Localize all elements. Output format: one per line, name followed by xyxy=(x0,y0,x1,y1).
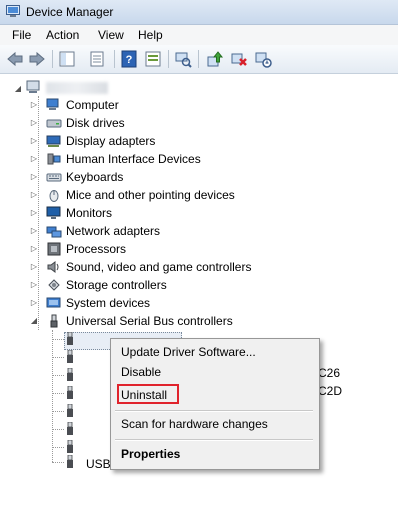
tree-item-label: Monitors xyxy=(66,206,113,220)
tree-guide-line xyxy=(52,357,64,358)
expand-arrow-icon[interactable]: ▷ xyxy=(30,168,38,186)
collapse-arrow-icon[interactable]: ◢ xyxy=(30,312,38,330)
uninstall-device-icon[interactable] xyxy=(230,50,248,68)
tree-item-label: Universal Serial Bus controllers xyxy=(66,314,233,328)
mouse-icon xyxy=(49,190,59,202)
tree-guide-line xyxy=(38,96,39,330)
toolbar-separator xyxy=(114,50,115,68)
svg-text:?: ? xyxy=(126,54,133,66)
console-view-icon[interactable] xyxy=(144,50,162,68)
expand-arrow-icon[interactable]: ▷ xyxy=(30,240,38,258)
menu-separator xyxy=(115,410,313,412)
usb-device-icon xyxy=(67,386,73,399)
menu-uninstall[interactable]: Uninstall xyxy=(117,384,179,404)
forward-arrow-icon[interactable] xyxy=(28,50,46,68)
usb-device-icon xyxy=(67,332,73,345)
tree-item-label: Sound, video and game controllers xyxy=(66,260,252,274)
tree-guide-line xyxy=(52,447,64,448)
tree-guide-line xyxy=(52,330,53,462)
scan-hardware-icon[interactable] xyxy=(174,50,192,68)
menu-action[interactable]: Action xyxy=(44,28,81,42)
expand-arrow-icon[interactable]: ▷ xyxy=(30,150,38,168)
toolbar-separator xyxy=(52,50,53,68)
tree-item-label: Keyboards xyxy=(66,170,124,184)
window-title: Device Manager xyxy=(26,5,114,19)
tree-item-label: System devices xyxy=(66,296,151,310)
device-manager-icon xyxy=(6,5,20,17)
usb-item-partial-label: C2D xyxy=(318,384,343,398)
expand-arrow-icon[interactable]: ▷ xyxy=(30,114,38,132)
menu-properties[interactable]: Properties xyxy=(121,445,180,463)
usb-controller-icon xyxy=(50,314,58,328)
menu-view[interactable]: View xyxy=(96,28,126,42)
tree-item-label: Network adapters xyxy=(66,224,161,238)
expand-arrow-icon[interactable]: ▷ xyxy=(30,258,38,276)
toolbar-separator xyxy=(198,50,199,68)
disable-device-icon[interactable] xyxy=(254,50,272,68)
tree-item-label: Computer xyxy=(66,98,119,112)
tree-guide-line xyxy=(52,411,64,412)
tree-item-label: Display adapters xyxy=(66,134,156,148)
update-driver-icon[interactable] xyxy=(206,50,224,68)
expand-arrow-icon[interactable]: ▷ xyxy=(30,222,38,240)
usb-device-icon xyxy=(67,422,73,435)
menu-file[interactable]: File xyxy=(10,28,33,42)
expand-arrow-icon[interactable]: ▷ xyxy=(30,132,38,150)
computer-icon xyxy=(46,98,59,110)
menu-bar: File Action View Help xyxy=(0,25,398,45)
usb-device-icon xyxy=(67,440,73,453)
tree-guide-line xyxy=(52,339,64,340)
tree-item-label: Disk drives xyxy=(66,116,125,130)
expand-arrow-icon[interactable]: ▷ xyxy=(30,186,38,204)
toolbar-separator xyxy=(168,50,169,68)
expand-arrow-icon[interactable]: ▷ xyxy=(30,204,38,222)
properties-sheet-icon[interactable] xyxy=(88,50,106,68)
storage-controller-icon xyxy=(48,279,60,291)
back-arrow-icon[interactable] xyxy=(6,50,24,68)
menu-separator xyxy=(115,439,313,441)
expand-arrow-icon[interactable]: ▷ xyxy=(30,294,38,312)
expand-arrow-icon[interactable]: ▷ xyxy=(30,96,38,114)
uninstall-highlight-box xyxy=(117,384,179,404)
usb-device-icon xyxy=(67,350,73,363)
collapse-arrow-icon[interactable]: ◢ xyxy=(14,84,22,93)
system-devices-icon xyxy=(46,297,61,308)
processor-icon xyxy=(47,242,61,256)
network-adapter-icon xyxy=(46,226,62,238)
keyboard-icon xyxy=(46,173,62,182)
tree-guide-line xyxy=(52,429,64,430)
tree-guide-line xyxy=(52,393,64,394)
usb-device-icon xyxy=(67,368,73,381)
toolbar: ? xyxy=(0,45,398,74)
help-icon[interactable]: ? xyxy=(120,50,138,68)
disk-drive-icon xyxy=(46,119,62,128)
context-menu: Update Driver Software... Disable Uninst… xyxy=(110,338,320,470)
blurred-computer-name xyxy=(46,82,108,94)
expand-arrow-icon[interactable]: ▷ xyxy=(30,276,38,294)
display-adapter-icon xyxy=(46,135,61,147)
tree-item-label: Processors xyxy=(66,242,127,256)
title-bar: Device Manager xyxy=(0,0,398,25)
show-hide-tree-icon[interactable] xyxy=(58,50,76,68)
usb-device-icon xyxy=(67,404,73,417)
tree-item-label: Human Interface Devices xyxy=(66,152,201,166)
usb-item-partial-label: C26 xyxy=(318,366,341,380)
monitor-icon xyxy=(46,206,61,219)
menu-update-driver[interactable]: Update Driver Software... xyxy=(121,343,256,361)
tree-item-label: Storage controllers xyxy=(66,278,167,292)
tree-item-label: Mice and other pointing devices xyxy=(66,188,235,202)
computer-root-icon xyxy=(26,80,40,93)
tree-guide-line xyxy=(52,375,64,376)
menu-scan-hardware[interactable]: Scan for hardware changes xyxy=(121,415,268,433)
usb-device-icon xyxy=(67,455,73,468)
menu-disable[interactable]: Disable xyxy=(121,363,161,381)
hid-icon xyxy=(47,153,61,165)
menu-help[interactable]: Help xyxy=(136,28,165,42)
tree-guide-line xyxy=(52,462,64,463)
speaker-icon xyxy=(47,261,59,273)
